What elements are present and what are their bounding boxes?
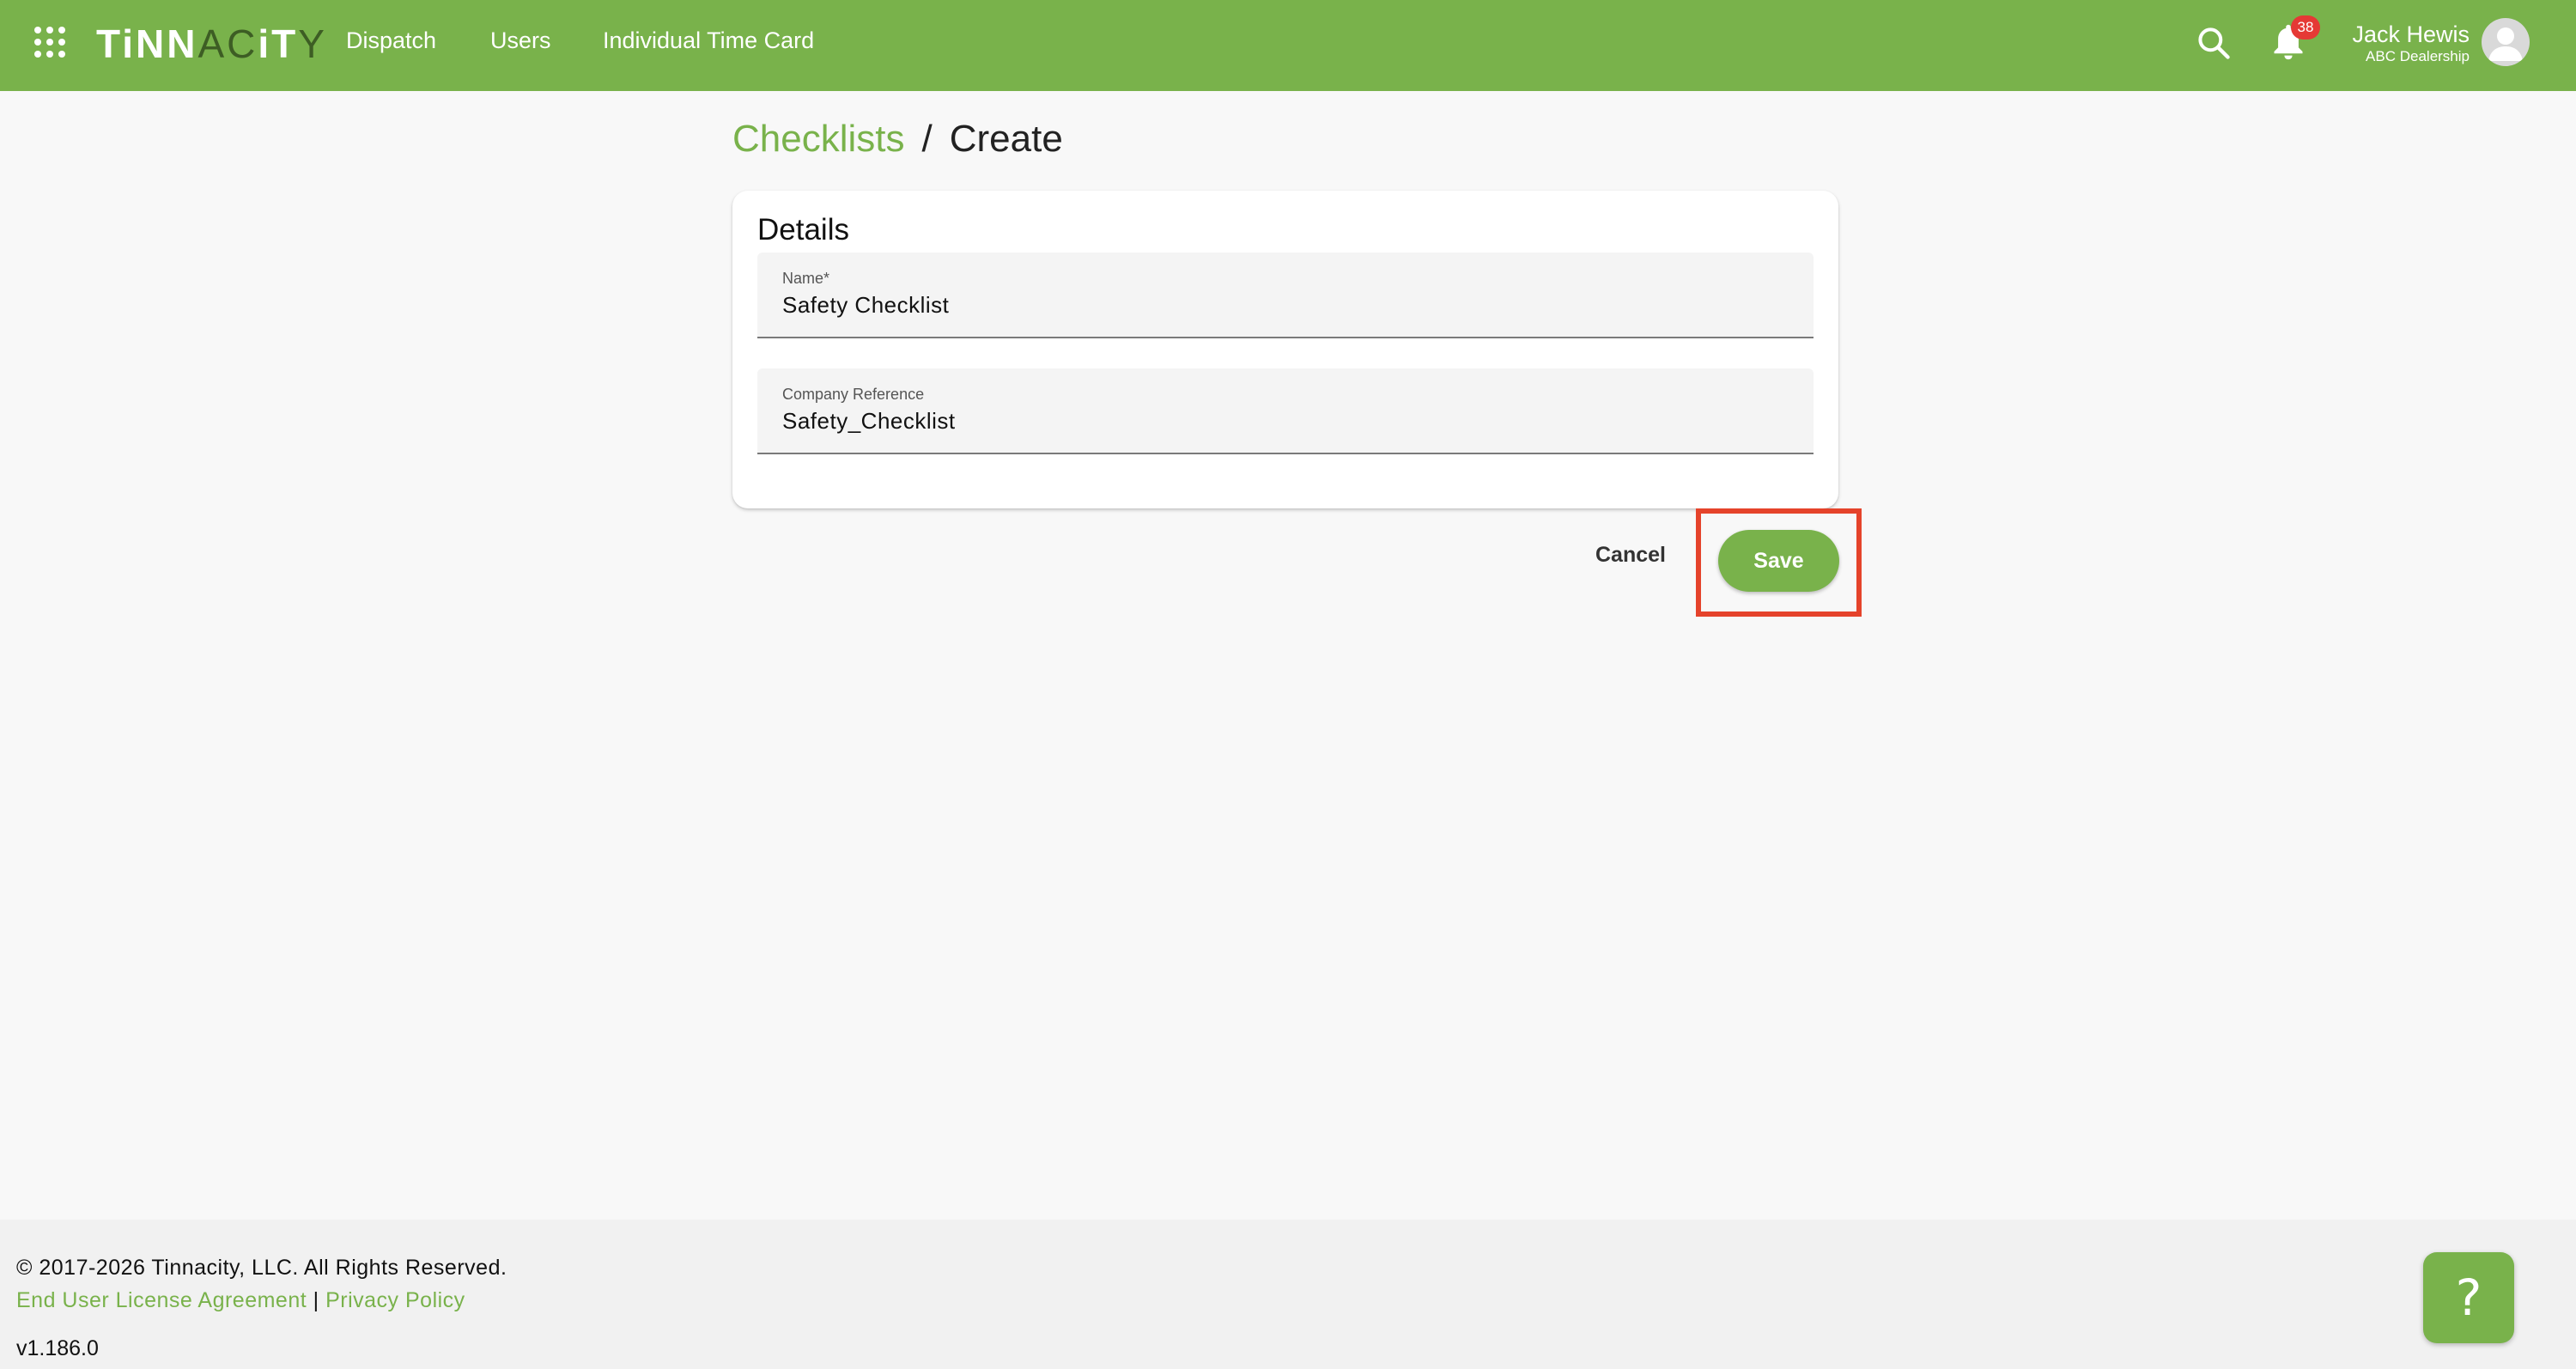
notification-count-badge: 38 xyxy=(2291,15,2320,40)
cancel-button[interactable]: Cancel xyxy=(1595,543,1666,568)
details-card: Details Name* Safety Checklist Company R… xyxy=(732,191,1838,508)
footer-link-divider: | xyxy=(313,1288,319,1312)
apps-grid-icon[interactable] xyxy=(34,27,65,58)
eula-link[interactable]: End User License Agreement xyxy=(16,1288,307,1312)
breadcrumb: Checklists / Create xyxy=(732,115,1063,163)
top-app-bar: TiNNACiTY Dispatch Users Individual Time… xyxy=(0,0,2576,91)
breadcrumb-separator: / xyxy=(921,118,933,160)
name-field-label: Name* xyxy=(782,270,830,287)
breadcrumb-checklists-link[interactable]: Checklists xyxy=(732,118,905,160)
name-field-value[interactable]: Safety Checklist xyxy=(782,292,949,319)
privacy-policy-link[interactable]: Privacy Policy xyxy=(325,1288,465,1312)
nav-individual-time-card[interactable]: Individual Time Card xyxy=(603,27,814,54)
footer: © 2017-2026 Tinnacity, LLC. All Rights R… xyxy=(0,1220,2576,1369)
user-company: ABC Dealership xyxy=(2366,48,2470,64)
company-reference-value[interactable]: Safety_Checklist xyxy=(782,408,956,435)
breadcrumb-current: Create xyxy=(949,118,1063,160)
copyright-text: © 2017-2026 Tinnacity, LLC. All Rights R… xyxy=(16,1256,507,1280)
user-menu[interactable]: Jack Hewis ABC Dealership xyxy=(2352,21,2470,65)
save-button[interactable]: Save xyxy=(1718,530,1839,592)
nav-users[interactable]: Users xyxy=(490,27,551,54)
search-icon[interactable] xyxy=(2195,24,2233,62)
user-name: Jack Hewis xyxy=(2352,21,2470,47)
footer-links: End User License Agreement | Privacy Pol… xyxy=(16,1288,465,1313)
details-title: Details xyxy=(757,213,849,246)
avatar-icon[interactable] xyxy=(2482,18,2530,66)
name-field[interactable]: Name* Safety Checklist xyxy=(757,253,1814,338)
nav-dispatch[interactable]: Dispatch xyxy=(346,27,436,54)
help-icon[interactable]: ? xyxy=(2423,1252,2514,1343)
company-reference-label: Company Reference xyxy=(782,386,925,403)
version-text: v1.186.0 xyxy=(16,1336,99,1360)
company-reference-field[interactable]: Company Reference Safety_Checklist xyxy=(757,368,1814,454)
tinnacity-logo[interactable]: TiNNACiTY xyxy=(96,21,327,67)
